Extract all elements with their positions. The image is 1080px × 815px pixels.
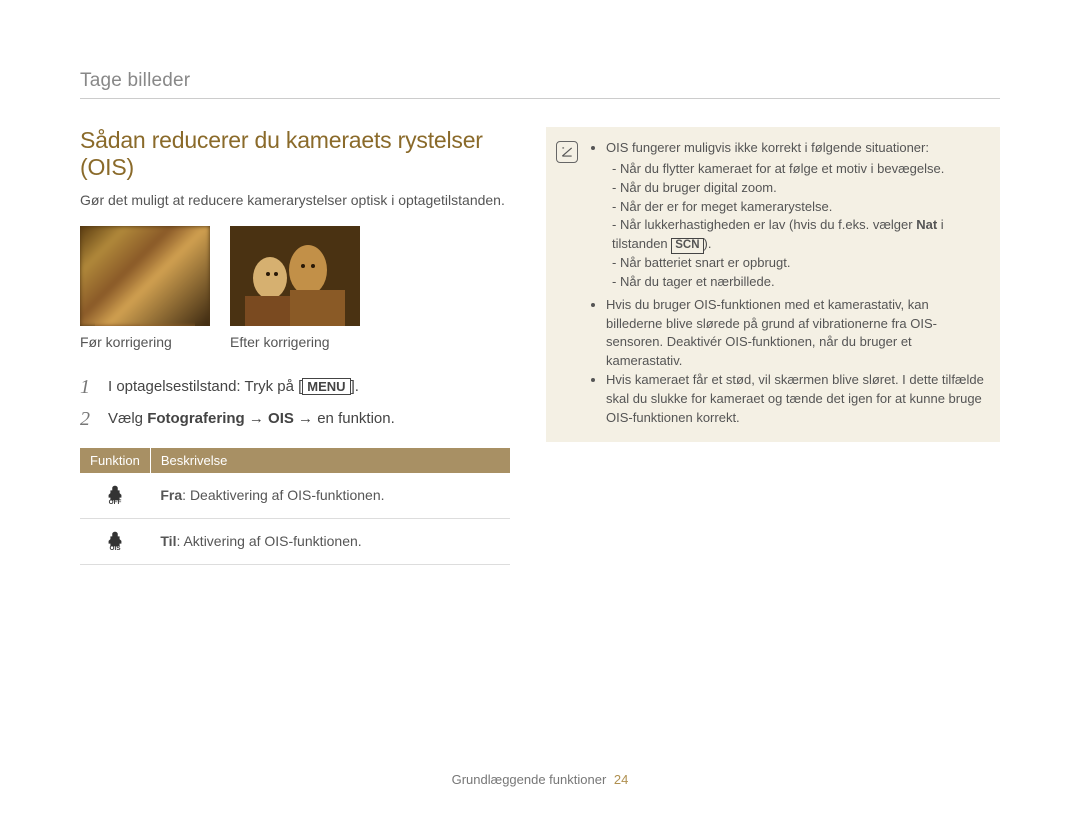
step-2: 2 Vælg Fotografering → OIS → en funktion…	[80, 408, 510, 430]
photo-after-correction	[230, 226, 360, 326]
table-row: OIS Til: Aktivering af OIS-funktionen.	[80, 518, 510, 564]
svg-text:OIS: OIS	[110, 545, 122, 551]
right-column: OIS fungerer muligvis ikke korrekt i føl…	[546, 127, 1000, 565]
intro-paragraph: Gør det muligt at reducere kamerarystels…	[80, 191, 510, 210]
step-number-2: 2	[80, 408, 96, 430]
scn-mode-label: SCN	[671, 238, 703, 254]
step-1-text: I optagelsestilstand: Tryk på [MENU].	[108, 376, 359, 398]
note-sub-1: Når du flytter kameraet for at følge et …	[612, 160, 986, 179]
page-number: 24	[614, 772, 628, 787]
note-bullet-3: Hvis kameraet får et stød, vil skærmen b…	[606, 371, 986, 428]
caption-after: Efter korrigering	[230, 334, 360, 350]
function-table: Funktion Beskrivelse OFF Fra: Deaktiveri…	[80, 448, 510, 565]
footer-section-name: Grundlæggende funktioner	[452, 772, 607, 787]
ois-off-icon: OFF	[80, 473, 150, 519]
ois-on-icon: OIS	[80, 518, 150, 564]
step-2-text: Vælg Fotografering → OIS → en funktion.	[108, 408, 395, 430]
table-header-description: Beskrivelse	[150, 448, 510, 473]
example-images-row	[80, 226, 510, 326]
step-1: 1 I optagelsestilstand: Tryk på [MENU].	[80, 376, 510, 398]
note-sub-5: Når batteriet snart er opbrugt.	[612, 254, 986, 273]
main-heading: Sådan reducerer du kameraets rystelser (…	[80, 127, 510, 181]
note-sub-3: Når der er for meget kamerarystelse.	[612, 198, 986, 217]
note-sub-2: Når du bruger digital zoom.	[612, 179, 986, 198]
two-column-layout: Sådan reducerer du kameraets rystelser (…	[80, 127, 1000, 565]
caption-before: Før korrigering	[80, 334, 210, 350]
table-cell-off-desc: Fra: Deaktivering af OIS-funktionen.	[150, 473, 510, 519]
note-icon	[556, 141, 578, 163]
menu-button-label: MENU	[302, 378, 350, 396]
note-sub-6: Når du tager et nærbillede.	[612, 273, 986, 292]
note-bullet-2: Hvis du bruger OIS-funktionen med et kam…	[606, 296, 986, 371]
note-list: OIS fungerer muligvis ikke korrekt i føl…	[588, 139, 986, 428]
note-sub-4: Når lukkerhastigheden er lav (hvis du f.…	[612, 216, 986, 254]
note-box: OIS fungerer muligvis ikke korrekt i føl…	[546, 127, 1000, 442]
table-header-function: Funktion	[80, 448, 150, 473]
page-footer: Grundlæggende funktioner 24	[0, 772, 1080, 787]
steps-list: 1 I optagelsestilstand: Tryk på [MENU]. …	[80, 376, 510, 430]
left-column: Sådan reducerer du kameraets rystelser (…	[80, 127, 510, 565]
table-cell-on-desc: Til: Aktivering af OIS-funktionen.	[150, 518, 510, 564]
svg-text:OFF: OFF	[109, 499, 122, 505]
table-row: OFF Fra: Deaktivering af OIS-funktionen.	[80, 473, 510, 519]
section-title: Tage billeder	[80, 70, 1000, 99]
photo-before-correction	[80, 226, 210, 326]
captions-row: Før korrigering Efter korrigering	[80, 334, 510, 350]
note-bullet-1: OIS fungerer muligvis ikke korrekt i føl…	[606, 139, 986, 292]
step-number-1: 1	[80, 376, 96, 398]
